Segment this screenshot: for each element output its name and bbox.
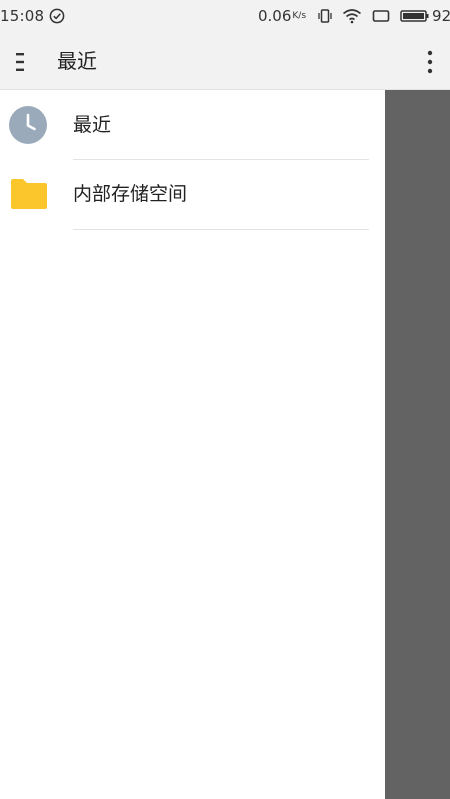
page-title: 最近 [57,49,97,73]
drawer-item-label: 最近 [73,114,112,136]
drawer-item-recent[interactable]: 最近 [0,90,385,160]
battery-icon [400,10,429,22]
screen-icon [372,10,390,22]
network-speed: 0.06 [258,7,292,25]
divider [73,229,369,230]
status-time: 15:08 [0,7,45,25]
network-speed-unit: K/s [292,11,307,21]
check-circle-icon [49,8,65,24]
status-right: 0.06 K/s 92 [258,0,450,32]
menu-icon[interactable] [12,51,28,73]
more-vert-icon[interactable] [423,49,437,75]
app-bar: 最近 [0,32,450,90]
drawer-item-label: 内部存储空间 [73,183,188,205]
status-bar: 15:08 0.06 K/s 92 [0,0,450,32]
navigation-drawer: 最近 内部存储空间 [0,90,385,799]
wifi-icon [343,9,362,24]
vibrate-icon [318,9,332,23]
folder-icon [11,179,47,209]
battery-level: 92 [432,7,450,25]
status-left: 15:08 [0,0,65,32]
drawer-scrim[interactable] [385,90,450,799]
drawer-item-internal-storage[interactable]: 内部存储空间 [0,160,385,230]
clock-icon [9,106,47,144]
